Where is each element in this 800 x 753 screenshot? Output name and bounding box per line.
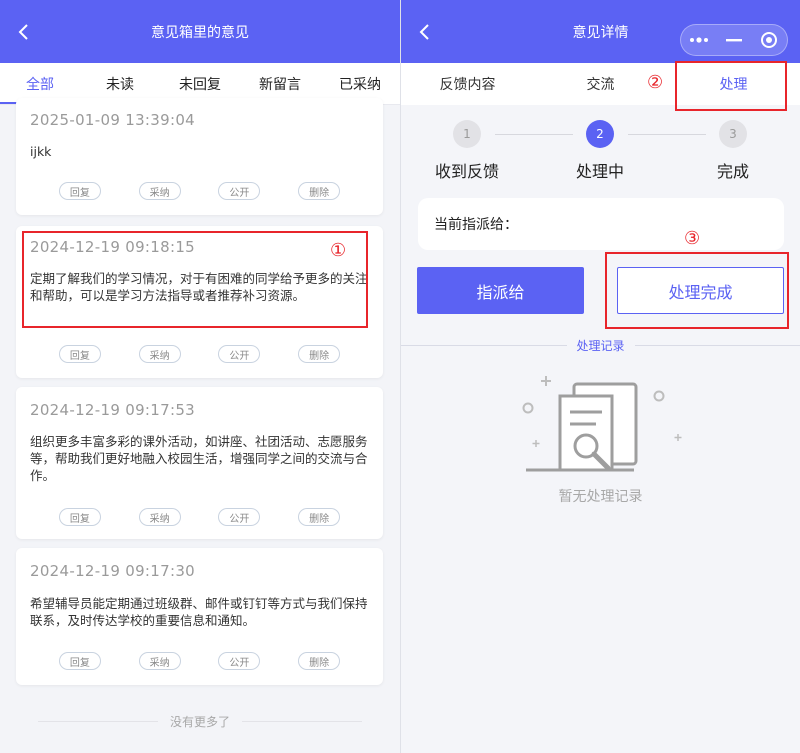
- card-actions: 回复 采纳 公开 删除: [16, 182, 383, 200]
- annotation-box-1: [22, 231, 368, 328]
- more-dots-icon[interactable]: [687, 28, 711, 52]
- back-arrow-icon[interactable]: [14, 22, 34, 42]
- step-number: 1: [453, 120, 481, 148]
- card-content: ijkk: [30, 144, 52, 159]
- delete-button[interactable]: 删除: [298, 345, 341, 363]
- card-actions: 回复 采纳 公开 删除: [16, 508, 383, 526]
- close-target-icon[interactable]: [757, 28, 781, 52]
- card-timestamp: 2024-12-19 09:17:30: [30, 562, 196, 580]
- step-number: 3: [719, 120, 747, 148]
- feedback-card[interactable]: 2025-01-09 13:39:04 ijkk 回复 采纳 公开 删除: [16, 98, 383, 215]
- annotation-box-2: [675, 61, 787, 111]
- empty-records-illustration-icon: [522, 376, 682, 472]
- card-actions: 回复 采纳 公开 删除: [16, 652, 383, 670]
- adopt-button[interactable]: 采纳: [138, 345, 181, 363]
- adopt-button[interactable]: 采纳: [138, 182, 181, 200]
- step-number: 2: [586, 120, 614, 148]
- adopt-button[interactable]: 采纳: [138, 652, 181, 670]
- feedback-card[interactable]: 2024-12-19 09:17:53 组织更多丰富多彩的课外活动，如讲座、社团…: [16, 387, 383, 539]
- no-more-text: 没有更多了: [0, 713, 400, 730]
- list-header: 意见箱里的意见: [0, 0, 400, 63]
- tab-feedback-content[interactable]: 反馈内容: [401, 63, 534, 105]
- adopt-button[interactable]: 采纳: [138, 508, 181, 526]
- feedback-card[interactable]: 2024-12-19 09:17:30 希望辅导员能定期通过班级群、邮件或钉钉等…: [16, 548, 383, 685]
- step-processing: 2 处理中: [550, 120, 650, 182]
- reply-button[interactable]: 回复: [58, 652, 101, 670]
- delete-button[interactable]: 删除: [298, 652, 341, 670]
- empty-records-text: 暂无处理记录: [558, 489, 643, 505]
- mini-program-capsule: [680, 24, 788, 56]
- annotation-marker-2: ②: [647, 72, 664, 93]
- card-content: 希望辅导员能定期通过班级群、邮件或钉钉等方式与我们保持联系，及时传达学校的重要信…: [30, 596, 368, 628]
- records-title-text: 处理记录: [576, 339, 625, 353]
- assign-button[interactable]: 指派给: [417, 267, 584, 314]
- records-section-title: 处理记录: [401, 337, 800, 354]
- reply-button[interactable]: 回复: [58, 182, 101, 200]
- annotation-marker-3: ③: [684, 228, 701, 249]
- step-label: 处理中: [575, 162, 624, 181]
- card-timestamp: 2024-12-19 09:17:53: [30, 401, 196, 419]
- feedback-list-panel: 意见箱里的意见 全部 未读 未回复 新留言 已采纳 2025-01-09 13:…: [0, 0, 400, 753]
- public-button[interactable]: 公开: [218, 182, 261, 200]
- delete-button[interactable]: 删除: [298, 508, 341, 526]
- current-assignee: 当前指派给：: [418, 198, 784, 250]
- detail-header: 意见详情: [401, 0, 800, 63]
- delete-button[interactable]: 删除: [298, 182, 341, 200]
- step-complete: 3 完成: [683, 120, 783, 182]
- reply-button[interactable]: 回复: [58, 345, 101, 363]
- process-steps: 1 收到反馈 2 处理中 3 完成: [401, 120, 800, 182]
- public-button[interactable]: 公开: [218, 508, 261, 526]
- annotation-box-3: [605, 252, 789, 329]
- annotation-marker-1: ①: [330, 240, 347, 261]
- back-arrow-icon[interactable]: [415, 22, 435, 42]
- step-label: 收到反馈: [434, 162, 499, 181]
- minimize-icon[interactable]: [722, 28, 746, 52]
- public-button[interactable]: 公开: [218, 345, 261, 363]
- page-title: 意见详情: [572, 24, 629, 41]
- card-timestamp: 2025-01-09 13:39:04: [30, 111, 196, 129]
- feedback-detail-panel: 意见详情 反馈内容 交流 处理 1 收到反馈 2 处理中 3 完成 当前指派给：…: [401, 0, 800, 753]
- step-received: 1 收到反馈: [417, 120, 517, 182]
- card-actions: 回复 采纳 公开 删除: [16, 345, 383, 363]
- step-label: 完成: [716, 162, 749, 181]
- reply-button[interactable]: 回复: [58, 508, 101, 526]
- page-title: 意见箱里的意见: [151, 24, 249, 41]
- card-content: 组织更多丰富多彩的课外活动，如讲座、社团活动、志愿服务等，帮助我们更好地融入校园…: [30, 434, 368, 483]
- public-button[interactable]: 公开: [218, 652, 261, 670]
